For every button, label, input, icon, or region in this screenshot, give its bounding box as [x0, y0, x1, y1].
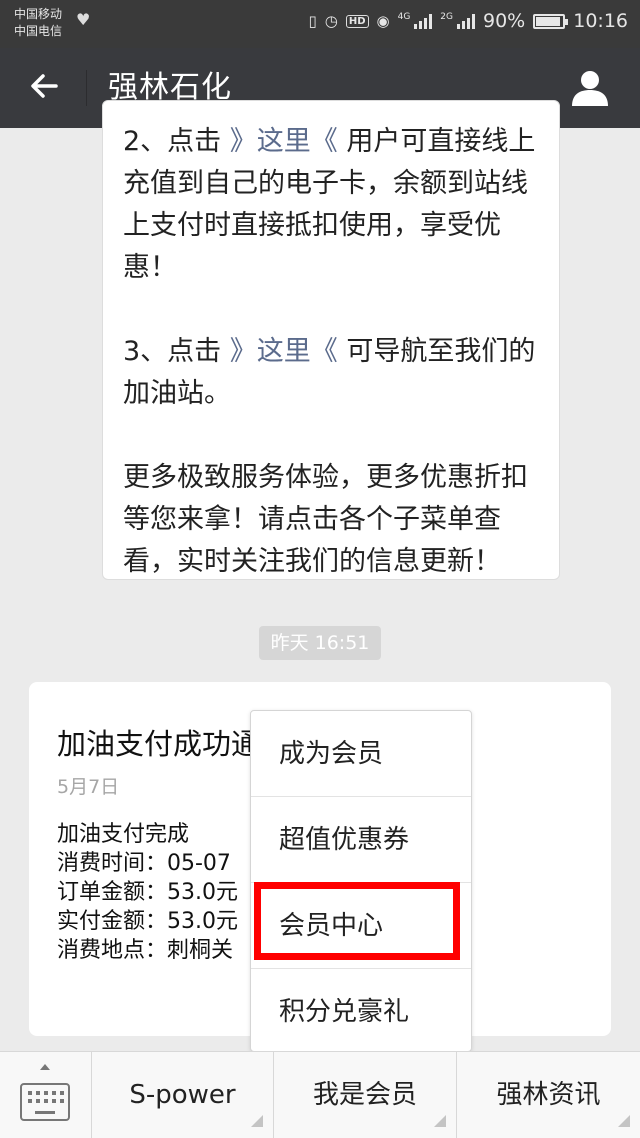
menu-label: 强林资讯: [496, 1080, 601, 1110]
expand-arrow-icon: [40, 1064, 50, 1070]
keyboard-icon: [20, 1083, 70, 1121]
vibrate-icon: ▯: [308, 12, 317, 30]
submenu-item-points-gifts[interactable]: 积分兑豪礼: [251, 969, 471, 1055]
status-icons: ▯ ◷ HD ◉ 4G 2G 90% 10:16: [308, 10, 628, 32]
signal-2g-icon: 2G: [440, 13, 475, 29]
message-content: 2、点击 》这里《 用户可直接线上充值到自己的电子卡，余额到站线上支付时直接抵扣…: [123, 121, 543, 579]
keyboard-toggle-button[interactable]: [0, 1052, 92, 1138]
menu-s-power[interactable]: S-power: [92, 1052, 274, 1138]
link-recharge[interactable]: 》这里《: [230, 126, 338, 157]
card-details: 加油支付完成 消费时间：05-07 订单金额：53.0元 实付金额：53.0元 …: [57, 820, 238, 965]
chat-timestamp: 昨天 16:51: [259, 626, 381, 660]
status-bar: 中国移动 中国电信 ♥ ▯ ◷ HD ◉ 4G 2G 90% 10:16: [0, 0, 640, 48]
card-line: 加油支付完成: [57, 822, 190, 847]
menu-label: S-power: [129, 1080, 236, 1110]
person-icon: [572, 71, 608, 106]
net-type-2: 2G: [440, 12, 453, 22]
submenu-popup: 成为会员 超值优惠券 会员中心 积分兑豪礼: [250, 710, 472, 1052]
carrier-1: 中国移动: [14, 7, 63, 21]
header-divider: [86, 70, 87, 106]
menu-i-am-member[interactable]: 我是会员: [274, 1052, 457, 1138]
message-bubble: 2、点击 》这里《 用户可直接线上充值到自己的电子卡，余额到站线上支付时直接抵扣…: [102, 100, 560, 580]
alarm-icon: ◷: [324, 12, 338, 30]
card-line: 消费时间：05-07: [57, 851, 231, 876]
menu-label: 我是会员: [312, 1080, 417, 1110]
submenu-indicator-icon: [618, 1115, 630, 1127]
signal-4g-icon: 4G: [398, 13, 433, 29]
submenu-indicator-icon: [251, 1115, 263, 1127]
card-date: 5月7日: [57, 776, 120, 798]
card-line: 消费地点：刺桐关: [57, 938, 234, 963]
submenu-item-member-center[interactable]: 会员中心: [251, 883, 471, 969]
back-arrow-icon: [31, 74, 58, 98]
eye-icon: ◉: [376, 12, 390, 30]
card-line: 实付金额：53.0元: [57, 909, 238, 934]
submenu-item-coupons[interactable]: 超值优惠券: [251, 797, 471, 883]
menu-qianglin-news[interactable]: 强林资讯: [457, 1052, 640, 1138]
message-closing: 更多极致服务体验，更多优惠折扣等您来拿！请点击各个子菜单查看，实时关注我们的信息…: [123, 462, 528, 577]
profile-button[interactable]: [570, 68, 610, 108]
hd-icon: HD: [345, 14, 369, 28]
carrier-info: 中国移动 中国电信: [14, 6, 62, 40]
net-type-1: 4G: [397, 12, 411, 22]
link-navigate[interactable]: 》这里《: [230, 336, 338, 367]
battery-percent: 90%: [483, 10, 526, 32]
battery-icon: [533, 13, 569, 29]
card-line: 订单金额：53.0元: [57, 880, 238, 905]
back-button[interactable]: [26, 66, 66, 106]
submenu-item-become-member[interactable]: 成为会员: [251, 711, 471, 797]
clock: 10:16: [573, 10, 628, 32]
bottom-menu: S-power 我是会员 强林资讯: [0, 1051, 640, 1138]
carrier-2: 中国电信: [14, 24, 63, 38]
card-title: 加油支付成功通: [57, 727, 261, 761]
message-item-2: 2、点击 》这里《 用户可直接线上充值到自己的电子卡，余额到站线上支付时直接抵扣…: [123, 126, 536, 283]
message-item-3: 3、点击 》这里《 可导航至我们的加油站。: [123, 336, 536, 409]
health-heart-icon: ♥: [76, 10, 91, 29]
submenu-indicator-icon: [434, 1115, 446, 1127]
